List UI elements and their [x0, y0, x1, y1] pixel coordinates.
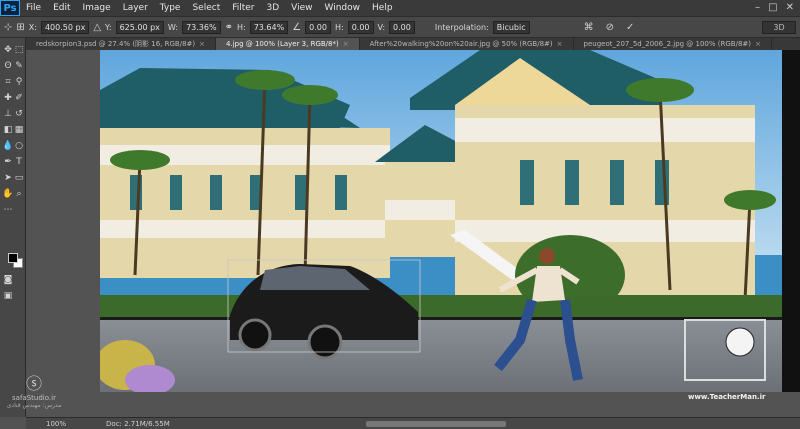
link-icon[interactable]: ⚭	[225, 22, 233, 33]
tab-label: peugeot_207_5d_2006_2.jpg @ 100% (RGB/8#…	[583, 40, 751, 48]
zoom-tool-icon[interactable]: ⌕	[13, 188, 25, 200]
watermark-sub: مدرس: مهندس قنادی	[6, 402, 62, 409]
commit-transform-icon[interactable]: ✓	[626, 22, 634, 33]
options-bar: ⊹ ⊞ X: 400.50 px △ Y: 625.00 px W: 73.36…	[0, 16, 800, 38]
close-button[interactable]: ✕	[786, 2, 794, 13]
cancel-transform-icon[interactable]: ⊘	[606, 22, 614, 33]
foreground-color-swatch[interactable]	[8, 253, 18, 263]
status-bar: 100% Doc: 2.71M/6.55M	[26, 417, 800, 429]
rotate-icon: ∠	[292, 21, 302, 33]
tab-label: redskorpion3.psd @ 27.4% (阴影 16, RGB/8#)	[36, 40, 196, 48]
teacherman-url: www.TeacherMan.ir	[688, 393, 766, 401]
safastudio-watermark: ⓢ safaStudio.ir مدرس: مهندس قنادی	[4, 370, 64, 416]
document-canvas[interactable]	[100, 50, 800, 392]
menu-view[interactable]: View	[285, 0, 318, 16]
height-field[interactable]: 73.64%	[249, 20, 289, 34]
tab-redskorpion[interactable]: redskorpion3.psd @ 27.4% (阴影 16, RGB/8#)…	[26, 38, 217, 50]
x-label: X:	[28, 22, 37, 32]
minimize-button[interactable]: –	[755, 2, 760, 13]
close-tab-icon[interactable]: ×	[199, 40, 205, 48]
document-image	[100, 50, 782, 392]
doc-size: Doc: 2.71M/6.55M	[106, 419, 170, 428]
hskew-label: H:	[334, 22, 344, 32]
menu-edit[interactable]: Edit	[47, 0, 76, 16]
tab-label: 4.jpg @ 100% (Layer 3, RGB/8*)	[226, 40, 339, 48]
menu-window[interactable]: Window	[319, 0, 367, 16]
y-label: Y:	[105, 22, 112, 32]
horizontal-scrollbar[interactable]	[366, 421, 506, 427]
menu-filter[interactable]: Filter	[226, 0, 260, 16]
workspace-select[interactable]: 3D	[762, 21, 796, 34]
maximize-button[interactable]: □	[768, 2, 777, 13]
tab-label: After%20walking%20on%20air.jpg @ 50% (RG…	[369, 40, 553, 48]
gradient-tool-icon[interactable]: ▦	[13, 124, 25, 136]
document-tab-bar: redskorpion3.psd @ 27.4% (阴影 16, RGB/8#)…	[26, 38, 800, 50]
warp-icon[interactable]: ⌘	[584, 22, 594, 33]
y-field[interactable]: 625.00 px	[115, 20, 164, 34]
tab-peugeot[interactable]: peugeot_207_5d_2006_2.jpg @ 100% (RGB/8#…	[574, 38, 772, 50]
reference-point-icon[interactable]: ⊞	[16, 22, 24, 33]
zoom-level[interactable]: 100%	[46, 420, 66, 428]
close-tab-icon[interactable]: ×	[343, 40, 349, 48]
menu-select[interactable]: Select	[186, 0, 226, 16]
canvas-gutter	[782, 50, 800, 392]
dodge-tool-icon[interactable]: ○	[13, 140, 25, 152]
x-field[interactable]: 400.50 px	[40, 20, 90, 34]
screen-mode-icon[interactable]: ▣	[2, 290, 14, 302]
transform-tool-icon[interactable]: ⊹	[4, 22, 12, 33]
marquee-tool-icon[interactable]: ⬚	[13, 44, 25, 56]
vskew-label: V:	[377, 22, 386, 32]
watermark-brand: safaStudio.ir	[12, 394, 56, 402]
vskew-field[interactable]: 0.00	[389, 20, 415, 34]
menu-layer[interactable]: Layer	[117, 0, 154, 16]
brush-tool-icon[interactable]: ✐	[13, 92, 25, 104]
menu-bar: Ps File Edit Image Layer Type Select Fil…	[0, 0, 800, 16]
tab-after-walking[interactable]: After%20walking%20on%20air.jpg @ 50% (RG…	[360, 38, 574, 50]
window-controls: – □ ✕	[755, 2, 794, 13]
menu-file[interactable]: File	[20, 0, 47, 16]
close-tab-icon[interactable]: ×	[557, 40, 563, 48]
w-label: W:	[167, 22, 179, 32]
type-tool-icon[interactable]: T	[13, 156, 25, 168]
tab-4-jpg[interactable]: 4.jpg @ 100% (Layer 3, RGB/8*) ×	[216, 38, 360, 50]
more-tools-icon[interactable]: ⋯	[2, 204, 14, 216]
shape-tool-icon[interactable]: ▭	[13, 172, 25, 184]
rotate-field[interactable]: 0.00	[305, 20, 331, 34]
history-brush-tool-icon[interactable]: ↺	[13, 108, 25, 120]
menu-image[interactable]: Image	[77, 0, 117, 16]
interpolation-select[interactable]: Bicubic	[492, 20, 530, 34]
quick-select-tool-icon[interactable]: ✎	[13, 60, 25, 72]
photoshop-logo: Ps	[0, 0, 20, 16]
safastudio-logo-icon: ⓢ	[25, 374, 42, 393]
eyedropper-tool-icon[interactable]: ⚲	[13, 76, 25, 88]
hskew-field[interactable]: 0.00	[347, 20, 374, 34]
quick-mask-icon[interactable]: ◙	[2, 274, 14, 286]
h-label: H:	[236, 22, 246, 32]
interpolation-label: Interpolation:	[434, 22, 489, 32]
close-tab-icon[interactable]: ×	[755, 40, 761, 48]
canvas-area	[26, 50, 800, 417]
menu-type[interactable]: Type	[154, 0, 187, 16]
tools-panel: ✥ ⬚ ʘ ✎ ⌗ ⚲ ✚ ✐ ⊥ ↺ ◧ ▦ 💧 ○ ✒ T ➤ ▭ ✋ ⌕ …	[0, 38, 26, 417]
triangle-icon[interactable]: △	[93, 22, 101, 33]
menu-3d[interactable]: 3D	[261, 0, 286, 16]
menu-help[interactable]: Help	[366, 0, 399, 16]
width-field[interactable]: 73.36%	[182, 20, 221, 34]
